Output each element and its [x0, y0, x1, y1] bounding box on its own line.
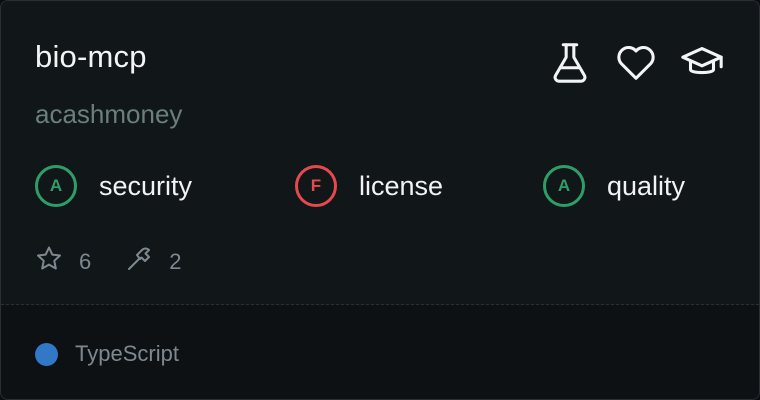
repo-card[interactable]: bio-mcp acashmoney A security F license …	[0, 0, 760, 400]
score-security[interactable]: A security	[35, 165, 192, 207]
star-icon	[35, 245, 63, 278]
grade-badge: A	[35, 165, 77, 207]
stars-count: 6	[79, 248, 92, 274]
score-label: quality	[607, 170, 686, 201]
score-list: A security F license A quality	[35, 165, 735, 213]
score-quality[interactable]: A quality	[543, 165, 685, 207]
repo-owner[interactable]: acashmoney	[35, 99, 182, 130]
score-label: license	[359, 170, 444, 201]
flask-icon	[547, 39, 593, 85]
language-color-dot	[35, 342, 58, 366]
score-label: security	[99, 170, 193, 201]
grade-badge: F	[295, 165, 337, 207]
heart-icon	[613, 39, 659, 85]
tools-count: 2	[169, 248, 182, 274]
tools-stat[interactable]: 2	[125, 245, 182, 278]
hammer-icon	[125, 245, 153, 278]
score-license[interactable]: F license	[295, 165, 443, 207]
grade-badge: A	[543, 165, 585, 207]
card-footer: TypeScript	[1, 305, 759, 399]
repo-title[interactable]: bio-mcp	[35, 39, 147, 75]
language-name: TypeScript	[75, 341, 179, 366]
language-indicator: TypeScript	[35, 341, 179, 367]
category-icons	[547, 39, 725, 85]
repo-stats: 6 2	[35, 245, 216, 278]
graduation-cap-icon	[679, 39, 725, 85]
stars-stat[interactable]: 6	[35, 245, 91, 278]
